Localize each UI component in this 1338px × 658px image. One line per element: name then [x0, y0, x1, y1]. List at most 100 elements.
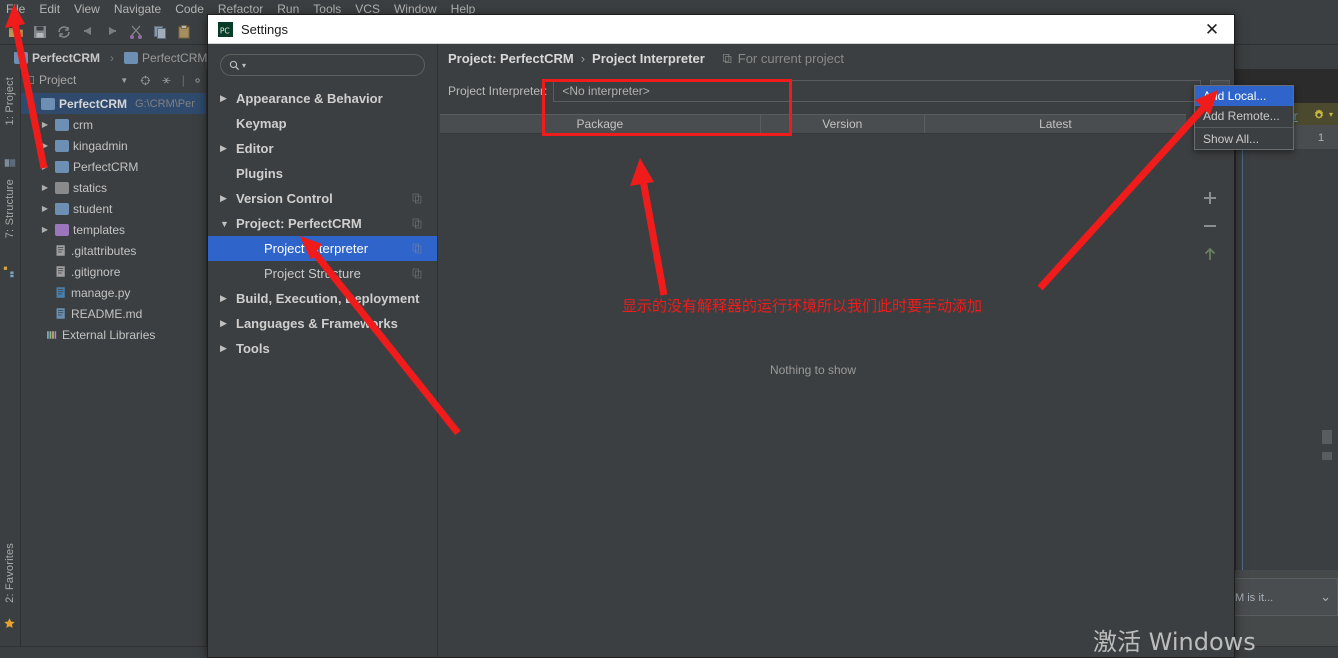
chevron-down-icon[interactable]: ⌄ — [1320, 589, 1331, 605]
menu-item-show-all[interactable]: Show All... — [1195, 129, 1293, 149]
gear-dropdown-arrow-icon[interactable]: ▾ — [1329, 110, 1333, 119]
remove-package-icon[interactable] — [1202, 218, 1218, 234]
settings-tree-item-version-control[interactable]: ▶ Version Control — [208, 186, 437, 211]
save-all-icon[interactable] — [32, 24, 48, 40]
collapse-all-icon[interactable] — [161, 74, 172, 87]
breadcrumb-label-1: PerfectCRM — [142, 51, 208, 65]
breadcrumb-separator: › — [580, 50, 586, 66]
tree-row-statics[interactable]: ▶ statics — [21, 177, 206, 198]
search-dropdown-arrow-icon[interactable]: ▾ — [242, 61, 246, 70]
right-scrollbar-thumb-2[interactable] — [1322, 452, 1332, 460]
column-header-latest[interactable]: Latest — [925, 115, 1186, 133]
settings-breadcrumb: Project: PerfectCRM › Project Interprete… — [438, 44, 1234, 72]
collapsed-arrow-icon[interactable]: ▶ — [220, 143, 236, 154]
column-header-package[interactable]: Package — [440, 115, 761, 133]
packages-table-body: Nothing to show — [440, 183, 1186, 655]
markdown-file-icon — [55, 307, 67, 320]
project-scope-icon — [412, 243, 423, 254]
expand-arrow-icon[interactable]: ▶ — [39, 183, 51, 192]
tree-row-external-libraries[interactable]: External Libraries — [21, 324, 206, 345]
collapsed-arrow-icon[interactable]: ▶ — [220, 343, 236, 354]
chevron-down-icon[interactable]: ▼ — [120, 76, 128, 85]
menu-item-add-local[interactable]: Add Local... — [1195, 86, 1293, 106]
tree-root-label: PerfectCRM — [59, 96, 128, 111]
breadcrumb-item-project[interactable]: PerfectCRM — [8, 50, 106, 66]
expand-arrow-icon[interactable]: ▶ — [39, 162, 51, 171]
expand-arrow-icon[interactable]: ▶ — [39, 120, 51, 129]
add-package-icon[interactable] — [1202, 190, 1218, 206]
paste-icon[interactable] — [176, 24, 192, 40]
menu-item-file[interactable]: File — [6, 2, 25, 16]
sync-icon[interactable] — [56, 24, 72, 40]
settings-tree-item-label: Build, Execution, Deployment — [236, 291, 420, 306]
collapsed-arrow-icon[interactable]: ▶ — [220, 193, 236, 204]
star-icon — [4, 618, 15, 628]
upgrade-package-icon[interactable] — [1202, 246, 1218, 262]
dialog-title-bar: PC Settings ✕ — [208, 15, 1234, 44]
settings-tree-item-plugins[interactable]: Plugins — [208, 161, 437, 186]
settings-tree-item-project-perfectcrm[interactable]: ▼ Project: PerfectCRM — [208, 211, 437, 236]
redo-icon[interactable] — [104, 24, 120, 40]
expanded-arrow-icon[interactable]: ▼ — [220, 219, 236, 229]
tool-window-button-project[interactable]: 1: Project — [4, 77, 16, 125]
expand-arrow-icon[interactable]: ▶ — [39, 141, 51, 150]
tree-row-manage-py[interactable]: manage.py — [21, 282, 206, 303]
settings-tree-item-languages-frameworks[interactable]: ▶ Languages & Frameworks — [208, 311, 437, 336]
breadcrumb-project[interactable]: Project: PerfectCRM — [448, 51, 574, 66]
tree-row-kingadmin[interactable]: ▶ kingadmin — [21, 135, 206, 156]
menu-item-edit[interactable]: Edit — [39, 2, 60, 16]
collapsed-arrow-icon[interactable]: ▶ — [220, 93, 236, 104]
tree-row--gitattributes[interactable]: .gitattributes — [21, 240, 206, 261]
tool-window-button-favorites[interactable]: 2: Favorites — [4, 543, 16, 603]
breadcrumb-item-module[interactable]: PerfectCRM — [118, 50, 213, 66]
undo-icon[interactable] — [80, 24, 96, 40]
collapsed-arrow-icon[interactable]: ▶ — [220, 293, 236, 304]
copy-icon[interactable] — [152, 24, 168, 40]
right-bottom-dropdown[interactable]: M is it... ⌄ — [1228, 578, 1338, 616]
settings-tree-item-keymap[interactable]: Keymap — [208, 111, 437, 136]
collapse-target-icon[interactable] — [140, 74, 151, 87]
tree-row-readme-md[interactable]: README.md — [21, 303, 206, 324]
tree-row-student[interactable]: ▶ student — [21, 198, 206, 219]
right-scrollbar-thumb[interactable] — [1322, 430, 1332, 444]
settings-gear-icon[interactable] — [193, 75, 202, 86]
settings-search-box[interactable]: ▾ — [220, 54, 425, 76]
collapsed-arrow-icon[interactable]: ▶ — [220, 318, 236, 329]
interpreter-add-menu-items: Add Local... Add Remote... Show All... — [1195, 86, 1293, 149]
settings-tree-item-appearance-behavior[interactable]: ▶ Appearance & Behavior — [208, 86, 437, 111]
file-icon — [55, 244, 67, 257]
interpreter-select[interactable]: <No interpreter> — [553, 80, 1201, 102]
tree-row-crm[interactable]: ▶ crm — [21, 114, 206, 135]
tree-row--gitignore[interactable]: .gitignore — [21, 261, 206, 282]
expand-arrow-icon[interactable]: ▶ — [39, 204, 51, 213]
settings-tree-item-tools[interactable]: ▶ Tools — [208, 336, 437, 361]
menu-item-navigate[interactable]: Navigate — [114, 2, 161, 16]
tree-item-label: .gitattributes — [71, 243, 137, 258]
expand-arrow-icon[interactable]: ▶ — [39, 225, 51, 234]
expand-arrow-icon[interactable]: ▼ — [25, 99, 37, 108]
settings-content-panel: Project: PerfectCRM › Project Interprete… — [438, 44, 1234, 657]
tree-row-perfectcrm[interactable]: ▶ PerfectCRM — [21, 156, 206, 177]
settings-tree-item-project-interpreter[interactable]: Project Interpreter — [208, 236, 437, 261]
tool-window-button-structure[interactable]: 7: Structure — [4, 179, 16, 238]
tree-item-label: templates — [73, 222, 126, 237]
cut-icon[interactable] — [128, 24, 144, 40]
folder-icon — [124, 52, 139, 64]
menu-item-view[interactable]: View — [74, 2, 100, 16]
column-header-version[interactable]: Version — [761, 115, 925, 133]
open-folder-icon[interactable] — [8, 24, 24, 40]
file-icon — [55, 265, 67, 278]
settings-tree-item-editor[interactable]: ▶ Editor — [208, 136, 437, 161]
menu-item-add-remote[interactable]: Add Remote... — [1195, 106, 1293, 126]
settings-search-input[interactable] — [250, 57, 416, 73]
gear-icon[interactable] — [1312, 108, 1326, 122]
close-icon[interactable]: ✕ — [1190, 15, 1234, 44]
settings-tree-item-label: Languages & Frameworks — [236, 316, 398, 331]
tree-external-libraries-label: External Libraries — [62, 327, 156, 342]
menu-item-code[interactable]: Code — [175, 2, 204, 16]
settings-tree-item-build-execution-deployment[interactable]: ▶ Build, Execution, Deployment — [208, 286, 437, 311]
right-column-marker: 1 — [1318, 132, 1325, 144]
tree-row-templates[interactable]: ▶ templates — [21, 219, 206, 240]
tree-row-root[interactable]: ▼ PerfectCRM G:\CRM\Per — [21, 93, 206, 114]
settings-tree-item-project-structure[interactable]: Project Structure — [208, 261, 437, 286]
